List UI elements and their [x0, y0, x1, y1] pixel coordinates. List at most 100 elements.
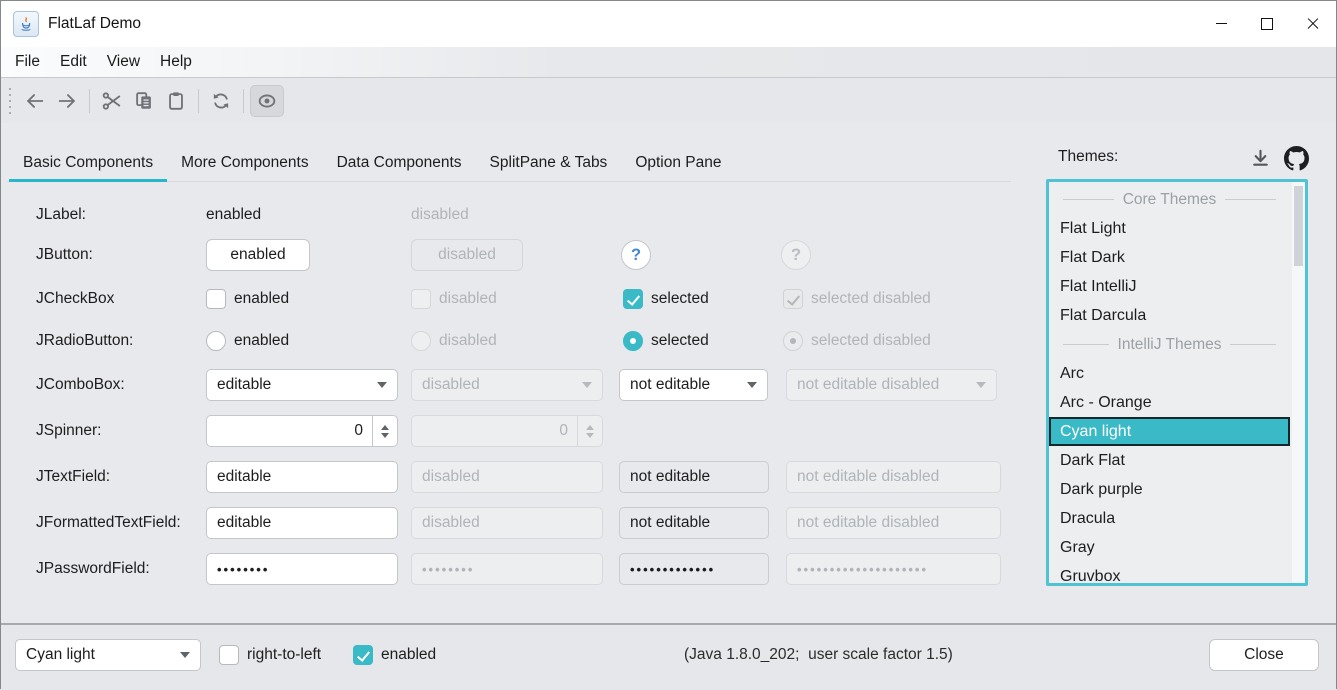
theme-item-flat-light[interactable]: Flat Light [1049, 214, 1290, 243]
jpasswordfield-editable[interactable]: •••••••• [206, 553, 398, 585]
chevron-down-icon[interactable] [377, 382, 387, 388]
jradiobutton-selected[interactable]: selected [623, 331, 709, 351]
header-line [1063, 344, 1109, 345]
theme-item-arc[interactable]: Arc [1049, 359, 1290, 388]
checkbox-checked-icon [783, 289, 803, 309]
jcombobox-disabled: disabled [411, 369, 603, 401]
forward-button[interactable] [51, 86, 83, 116]
spinner-value[interactable]: 0 [354, 422, 372, 440]
radio-icon[interactable] [206, 331, 226, 351]
github-button[interactable] [1284, 146, 1309, 176]
back-button[interactable] [19, 86, 51, 116]
tab-bar: Basic Components More Components Data Co… [9, 143, 736, 182]
tab-more-components[interactable]: More Components [167, 143, 323, 182]
menu-file[interactable]: File [5, 47, 50, 77]
jradiobutton-enabled[interactable]: enabled [206, 331, 289, 351]
themes-list-viewport: Core Themes Flat Light Flat Dark Flat In… [1049, 182, 1305, 583]
radio-selected-icon [783, 331, 803, 351]
toolbar-grip[interactable] [8, 88, 11, 114]
bottom-bar [1, 623, 1336, 690]
jformattedtextfield-not-editable: not editable [619, 507, 769, 539]
tab-data-components[interactable]: Data Components [323, 143, 476, 182]
close-window-button[interactable] [1290, 1, 1336, 46]
maximize-button[interactable] [1244, 1, 1290, 46]
jpasswordfield-disabled: •••••••• [411, 553, 603, 585]
jpasswordfield-not-editable-disabled: •••••••••••••••••••• [786, 553, 1001, 585]
theme-item-dark-purple[interactable]: Dark purple [1049, 475, 1290, 504]
jlabel-row-label: JLabel: [36, 199, 86, 231]
theme-item-gruvbox[interactable]: Gruvbox [1049, 562, 1290, 591]
menu-help[interactable]: Help [150, 47, 202, 77]
theme-item-dark-flat[interactable]: Dark Flat [1049, 446, 1290, 475]
jformattedtextfield-row-label: JFormattedTextField: [36, 507, 181, 539]
titlebar: FlatLaf Demo [1, 1, 1336, 47]
menu-edit[interactable]: Edit [50, 47, 97, 77]
spinner-down-icon[interactable] [381, 433, 389, 438]
jbutton-help-enabled[interactable]: ? [621, 240, 651, 270]
spinner-buttons[interactable] [372, 416, 397, 446]
jcheckbox-enabled[interactable]: enabled [206, 289, 289, 309]
combo-value: not editable [630, 376, 710, 394]
themes-label: Themes: [1058, 148, 1118, 166]
theme-item-cyan-light-selected[interactable]: Cyan light [1049, 417, 1290, 446]
cut-button[interactable] [96, 86, 128, 116]
radio-icon [411, 331, 431, 351]
theme-item-arc-orange[interactable]: Arc - Orange [1049, 388, 1290, 417]
jformattedtextfield-editable[interactable]: editable [206, 507, 398, 539]
tab-splitpane-tabs[interactable]: SplitPane & Tabs [476, 143, 622, 182]
cut-icon [101, 90, 123, 112]
tab-option-pane[interactable]: Option Pane [621, 143, 735, 182]
combo-value: editable [217, 376, 271, 394]
theme-group-header: IntelliJ Themes [1049, 330, 1290, 359]
checkbox-icon[interactable] [219, 645, 239, 665]
spinner-up-icon[interactable] [381, 425, 389, 430]
combo-value: disabled [422, 376, 480, 394]
jcheckbox-selected[interactable]: selected [623, 289, 709, 309]
jcombobox-not-editable[interactable]: not editable [619, 369, 768, 401]
jtextfield-editable[interactable]: editable [206, 461, 398, 493]
spinner-buttons [577, 416, 602, 446]
show-hidden-eye-icon [256, 90, 278, 112]
chevron-down-icon[interactable] [180, 652, 190, 658]
refresh-button[interactable] [205, 86, 237, 116]
minimize-button[interactable] [1198, 1, 1244, 46]
checkbox-checked-icon[interactable] [623, 289, 643, 309]
jcombobox-not-editable-disabled: not editable disabled [786, 369, 997, 401]
minimize-icon [1216, 23, 1227, 24]
paste-button[interactable] [160, 86, 192, 116]
checkbox-label: disabled [439, 290, 497, 308]
menu-view[interactable]: View [97, 47, 150, 77]
jcombobox-editable[interactable]: editable [206, 369, 398, 401]
show-hidden-toggle-button[interactable] [250, 85, 284, 117]
status-text: (Java 1.8.0_202; user scale factor 1.5) [684, 646, 953, 664]
checkbox-icon[interactable] [206, 289, 226, 309]
tab-basic-components[interactable]: Basic Components [9, 143, 167, 182]
checkbox-label: enabled [234, 290, 289, 308]
scrollbar-thumb[interactable] [1294, 186, 1303, 266]
theme-item-flat-intellij[interactable]: Flat IntelliJ [1049, 272, 1290, 301]
spinner-up-icon [586, 425, 594, 430]
back-icon [24, 90, 46, 112]
theme-item-gray[interactable]: Gray [1049, 533, 1290, 562]
chevron-down-icon[interactable] [747, 382, 757, 388]
enabled-checkbox[interactable]: enabled [353, 645, 436, 665]
checkbox-checked-icon[interactable] [353, 645, 373, 665]
close-button[interactable]: Close [1209, 639, 1319, 671]
theme-item-flat-darcula[interactable]: Flat Darcula [1049, 301, 1290, 330]
download-button[interactable] [1249, 147, 1272, 175]
copy-button[interactable] [128, 86, 160, 116]
right-to-left-checkbox[interactable]: right-to-left [219, 645, 321, 665]
theme-combobox[interactable]: Cyan light [15, 639, 201, 671]
themes-scrollbar[interactable] [1292, 182, 1305, 583]
copy-icon [133, 90, 155, 112]
jbutton-enabled[interactable]: enabled [206, 239, 310, 271]
combo-value: Cyan light [26, 646, 95, 664]
jformattedtextfield-not-editable-disabled: not editable disabled [786, 507, 1001, 539]
jspinner-enabled[interactable]: 0 [206, 415, 398, 447]
spinner-value: 0 [559, 422, 577, 440]
jradiobutton-selected-disabled: selected disabled [783, 331, 931, 351]
radio-selected-icon[interactable] [623, 331, 643, 351]
theme-item-flat-dark[interactable]: Flat Dark [1049, 243, 1290, 272]
theme-item-dracula[interactable]: Dracula [1049, 504, 1290, 533]
window-controls [1198, 1, 1336, 46]
